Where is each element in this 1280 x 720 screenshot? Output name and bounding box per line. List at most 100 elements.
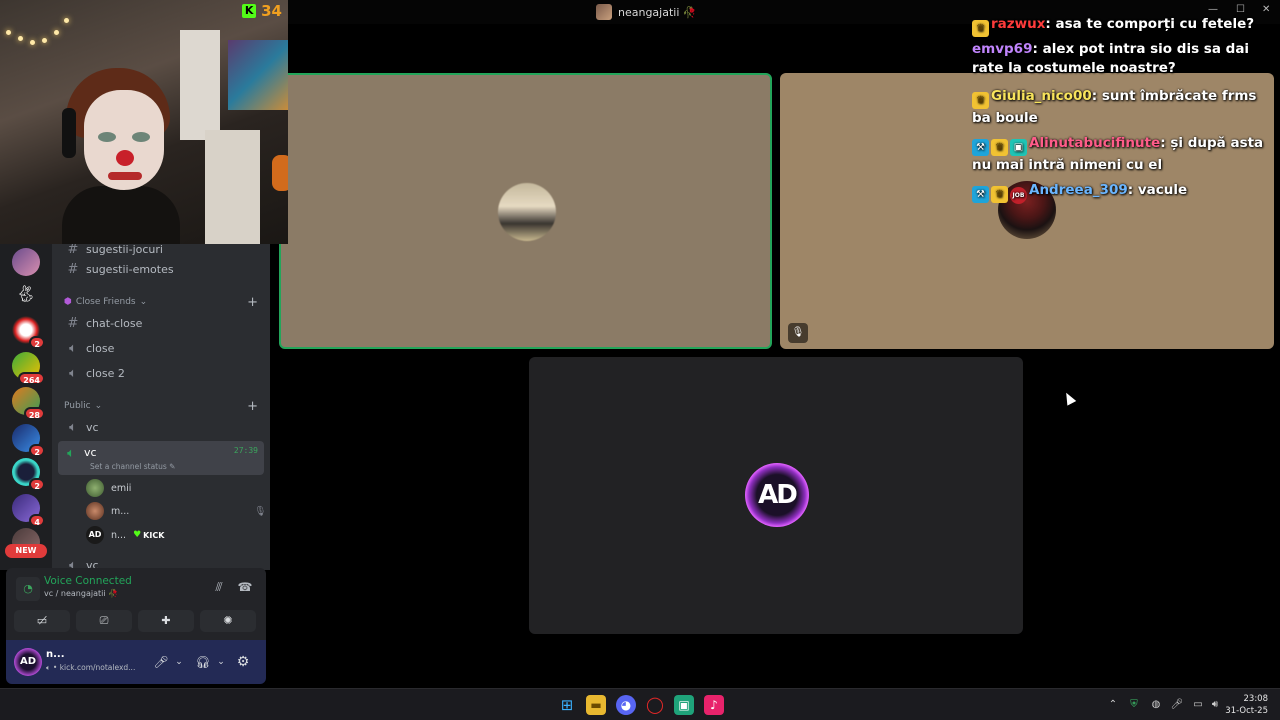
windows-start-icon[interactable]: ⊞ (557, 695, 577, 715)
hash-icon: # (67, 244, 79, 257)
discord-stream-screen: neangajatii 🥀 — ☐ ✕ 🎙︎ AD ♛ razwux: asa t… (0, 0, 1280, 720)
voice-status[interactable]: Voice Connected (44, 575, 132, 587)
voice-connection-panel: ◔ Voice Connected vc / neangajatii 🥀 ⫻ ☎… (6, 568, 266, 640)
muted-mic-icon: 🎙︎ (788, 323, 808, 343)
speaker-icon: 🔈︎ (69, 365, 77, 381)
window-title-text: neangajatii 🥀 (618, 5, 697, 19)
user-avatar[interactable]: AD (14, 648, 42, 676)
server-orange-icon[interactable]: 28 (12, 387, 45, 420)
chat-message: ⚒ ♛ JOB Andreea_309: vacule (972, 181, 1268, 204)
server-purple-icon[interactable]: 4 (12, 494, 45, 527)
streamer-webcam: K 34 (0, 0, 288, 244)
video-tile-speaking[interactable] (279, 73, 772, 349)
unread-badge: 2 (29, 478, 45, 491)
server-blue-icon[interactable]: 2 (12, 424, 45, 457)
close-icon[interactable]: ✕ (1262, 4, 1270, 15)
minimize-icon[interactable]: — (1208, 4, 1218, 15)
channel-close[interactable]: 🔈︎ close (60, 337, 264, 359)
chevron-up-icon[interactable]: ⌃ (1106, 697, 1120, 713)
voice-member[interactable]: m... 🎙︎ (86, 501, 266, 521)
server-anime-icon[interactable] (12, 248, 40, 276)
network-icon[interactable]: ▭ (1191, 697, 1205, 713)
maximize-icon[interactable]: ☐ (1236, 4, 1245, 15)
category-public[interactable]: Public ⌄ + (64, 398, 264, 414)
mouse-cursor-icon (1061, 390, 1077, 406)
voice-location[interactable]: vc / neangajatii 🥀 (44, 589, 118, 598)
muted-icon: 🎙︎ (253, 505, 266, 517)
user-name[interactable]: n... (46, 649, 65, 660)
soundboard-button[interactable]: ✺ (200, 610, 256, 632)
activities-button[interactable]: ✚ (138, 610, 194, 632)
kick-viewer-count: 34 (261, 2, 282, 20)
speaker-icon: 🔈︎ (69, 340, 77, 356)
kick-viewer-counter: K 34 (242, 2, 282, 20)
chat-text: vacule (1137, 182, 1188, 198)
crown-badge-icon: ♛ (991, 139, 1008, 156)
webcam-background (228, 40, 288, 110)
server-mario-icon[interactable]: 264 (12, 352, 45, 385)
volume-icon[interactable]: 🔊︎ (1208, 697, 1222, 713)
headphones-icon[interactable]: 🎧︎ (194, 653, 212, 671)
windows-taskbar: ⊞ ▬ ◕ ◯ ▣ ♪ ⌃ ⛨ ◍ 🎤︎ ▭ 🔊︎ 23:08 31-Oct-2… (0, 688, 1280, 720)
add-channel-icon[interactable]: + (247, 399, 258, 414)
discord-app-icon[interactable]: ◕ (616, 695, 636, 715)
crown-badge-icon: ♛ (972, 92, 989, 109)
channel-chat-close[interactable]: # chat-close (60, 312, 264, 334)
server-valorant-icon[interactable]: 2 (12, 458, 45, 491)
video-tile-self[interactable]: AD (529, 357, 1023, 634)
window-title: neangajatii 🥀 (596, 4, 697, 20)
chevron-down-icon: ⌄ (94, 401, 103, 411)
crown-badge-icon: ♛ (972, 20, 989, 37)
member-avatar: AD (86, 526, 104, 544)
disconnect-icon[interactable]: ☎ (236, 580, 254, 594)
unread-badge: 28 (23, 407, 45, 420)
system-clock[interactable]: 23:08 31-Oct-25 (1225, 693, 1268, 717)
signal-icon[interactable]: ◔ (16, 577, 40, 601)
voice-member[interactable]: AD n... ♥ KICK (86, 525, 164, 545)
security-shield-icon[interactable]: ⛨ (1127, 697, 1141, 713)
tiktok-icon[interactable]: ♪ (704, 695, 724, 715)
category-close-friends[interactable]: ⬢ Close Friends ⌄ + (64, 294, 264, 310)
kick-app-icon[interactable]: ▣ (674, 695, 694, 715)
chevron-down-icon[interactable]: ⌄ (212, 653, 230, 671)
category-icon: ⬢ (64, 297, 72, 307)
streamer-figure (62, 68, 180, 244)
chevron-down-icon[interactable]: ⌄ (170, 653, 188, 671)
microphone-icon[interactable]: 🎤︎ (152, 653, 170, 671)
channel-vc-active[interactable]: 🔈︎ vc 27:39 Set a channel status ✎ (58, 441, 264, 475)
channel-sidebar: # sugestii-jocuri # sugestii-emotes ⬢ Close… (52, 244, 270, 570)
server-rail: 🐇︎ 2 264 28 2 2 4 NEW (0, 244, 52, 570)
hash-icon: # (67, 261, 79, 277)
opera-gx-icon[interactable]: ◯ (645, 695, 665, 715)
unread-badge: 2 (29, 336, 45, 349)
camera-toggle-button[interactable]: ▭̸ (14, 610, 70, 632)
chat-message: ♛ Giulia_nico00: sunt îmbrăcate frms ba b… (972, 88, 1257, 126)
tray-app-icon[interactable]: ◍ (1149, 697, 1163, 713)
chat-text: asa te comporți cu fetele? (1055, 16, 1255, 32)
hash-icon: # (67, 315, 79, 331)
server-bunny-icon[interactable]: 🐇︎ (12, 280, 40, 308)
mod-hammer-badge-icon: ⚒ (972, 139, 989, 156)
speaker-icon: 🔈︎ (67, 446, 75, 461)
chat-username: emvp69 (972, 41, 1033, 57)
channel-sugestii-emotes[interactable]: # sugestii-emotes (60, 258, 264, 280)
user-status: 🔈︎ • kick.com/notalexd... (46, 663, 136, 672)
voice-member[interactable]: emii (86, 478, 131, 498)
server-clown-icon[interactable]: 2 (12, 316, 45, 349)
chat-username: Giulia_nico00 (991, 88, 1092, 104)
screen-share-button[interactable]: ⎚ (76, 610, 132, 632)
microphone-tray-icon[interactable]: 🎤︎ (1170, 697, 1184, 713)
settings-gear-icon[interactable]: ⚙ (234, 653, 252, 671)
chat-username: Alinutabucifinute (1029, 135, 1161, 151)
set-channel-status[interactable]: Set a channel status ✎ (90, 462, 175, 471)
channel-close-2[interactable]: 🔈︎ close 2 (60, 362, 264, 384)
chat-message: emvp69: alex pot intra sio dis sa dai ra… (972, 41, 1250, 76)
member-avatar (86, 479, 104, 497)
new-servers-pill[interactable]: NEW (5, 544, 47, 558)
file-explorer-icon[interactable]: ▬ (586, 695, 606, 715)
noise-suppression-icon[interactable]: ⫻ (210, 580, 228, 594)
add-channel-icon[interactable]: + (247, 295, 258, 310)
member-avatar (86, 502, 104, 520)
channel-vc[interactable]: 🔈︎ vc (60, 416, 264, 438)
chat-message: ♛ razwux: asa te comporți cu fetele? (972, 15, 1268, 37)
